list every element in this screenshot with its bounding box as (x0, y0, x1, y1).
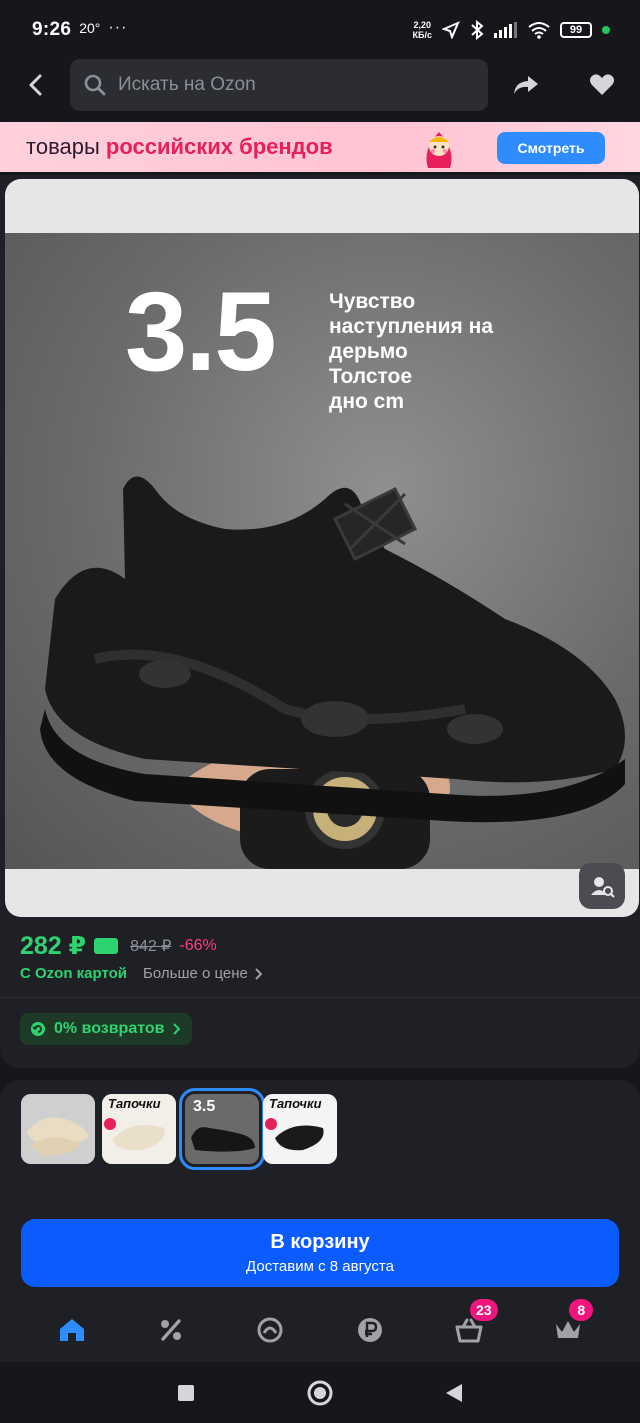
nav-finance[interactable] (345, 1305, 395, 1355)
back-system-button[interactable] (445, 1383, 463, 1403)
nav-home[interactable] (47, 1305, 97, 1355)
variant-thumb-black-sneaker[interactable]: 3.5 (179, 1088, 265, 1170)
battery-icon: 99 (560, 22, 592, 38)
crown-icon (556, 1321, 581, 1338)
price-row: 282 ₽ 842 ₽ -66% (20, 931, 217, 961)
chevron-right-icon (173, 1023, 181, 1035)
search-placeholder: Искать на Ozon (118, 74, 256, 95)
status-more-icon: ··· (108, 19, 128, 36)
search-input[interactable]: Искать на Ozon (70, 59, 488, 111)
ozon-card-label: С Ozon картой (20, 965, 128, 982)
banner-view-button[interactable]: Смотреть (497, 132, 605, 164)
ozon-card-icon (94, 938, 119, 954)
image-search-button[interactable] (579, 863, 625, 909)
nav-profile[interactable]: 8 (543, 1299, 594, 1355)
product-card: 3.5 Чувство наступления на дерьмо Толсто… (0, 175, 640, 1068)
home-icon (59, 1319, 84, 1341)
nav-fresh[interactable] (245, 1305, 295, 1355)
cart-count-badge: 23 (469, 1299, 498, 1321)
image-search-icon (591, 877, 615, 898)
add-to-cart-label: В корзину (270, 1231, 370, 1253)
wifi-icon (528, 22, 550, 39)
delivery-date: Доставим с 8 августа (246, 1258, 394, 1275)
back-button[interactable] (0, 56, 70, 114)
nav-promotions[interactable] (146, 1305, 196, 1355)
recents-button[interactable] (177, 1384, 195, 1402)
variant-label: Тапочки (269, 1096, 322, 1111)
beige-clog-image (21, 1094, 95, 1164)
bottom-navigation: 23 8 (0, 1298, 640, 1362)
system-navigation-bar (0, 1362, 640, 1423)
chevron-left-icon (29, 74, 42, 96)
add-to-cart-button[interactable]: В корзину Доставим с 8 августа (21, 1219, 619, 1287)
variant-label: Тапочки (108, 1096, 161, 1111)
variant-thumb-beige-clog[interactable] (21, 1094, 95, 1164)
promo-banner[interactable]: товары российских брендов Смотреть (0, 122, 640, 172)
variant-thumb-beige-slipper[interactable]: Тапочки (102, 1094, 176, 1164)
location-icon (442, 21, 460, 39)
nav-cart[interactable]: 23 (444, 1299, 498, 1355)
divider (0, 997, 640, 998)
status-time: 9:26 (32, 19, 72, 40)
variant-thumb-black-slipper[interactable]: Тапочки (263, 1094, 337, 1164)
promo-banner-text: товары российских брендов (26, 134, 333, 159)
privacy-dot (602, 26, 610, 34)
product-photo[interactable]: 3.5 Чувство наступления на дерьмо Толсто… (5, 179, 639, 917)
returns-badge[interactable]: 0% возвратов (20, 1013, 193, 1045)
network-speed: 2,20 КБ/с (412, 20, 432, 40)
share-button[interactable] (488, 56, 564, 114)
favorite-button[interactable] (564, 56, 640, 114)
variant-label: 3.5 (193, 1098, 216, 1115)
returns-icon (31, 1022, 45, 1036)
sneaker-illustration (40, 476, 625, 869)
price-details-row: С Ozon картой Больше о цене (20, 965, 262, 982)
search-header: Искать на Ozon (0, 56, 640, 114)
share-icon (514, 76, 538, 94)
old-price: 842 ₽ (130, 938, 172, 955)
heart-icon (590, 74, 614, 95)
chevron-right-icon (255, 967, 262, 980)
discount-badge: -66% (179, 937, 217, 954)
brand-icon (257, 1317, 283, 1343)
signal-icon (494, 22, 517, 38)
ruble-icon (357, 1318, 382, 1342)
photo-slogan: Чувство наступления на дерьмо Толстое дн… (329, 290, 494, 413)
status-temperature: 20° (79, 20, 101, 36)
status-bar: 9:26 20° ··· 2,20 КБ/с 99 (0, 0, 640, 60)
favorites-count-badge: 8 (569, 1299, 594, 1321)
price-details-link[interactable]: Больше о цене (143, 965, 262, 982)
bluetooth-icon (471, 20, 484, 40)
photo-headline-number: 3.5 (125, 269, 277, 394)
home-button[interactable] (307, 1380, 333, 1406)
percent-icon (160, 1319, 181, 1341)
matryoshka-icon (426, 132, 452, 168)
current-price: 282 ₽ (20, 932, 87, 960)
search-icon (84, 74, 106, 96)
